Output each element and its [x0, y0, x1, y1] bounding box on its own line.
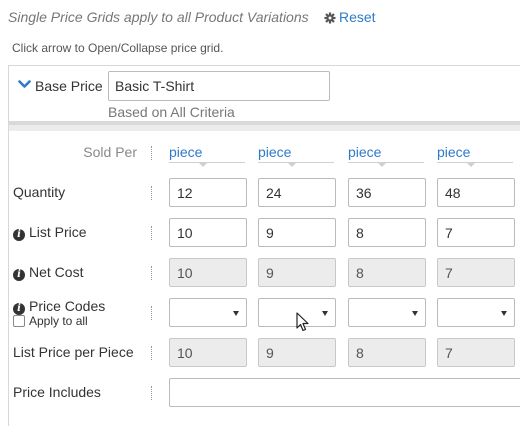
reset-button[interactable]: Reset	[324, 9, 376, 25]
base-price-header: Base Price Based on All Criteria	[9, 66, 520, 123]
info-icon[interactable]: i	[13, 229, 25, 241]
list-price-input-2[interactable]	[258, 218, 336, 247]
list-price-label: i List Price	[13, 224, 87, 241]
based-on-criteria: Based on All Criteria	[108, 104, 235, 120]
dropdown-arrow-icon	[322, 311, 328, 316]
price-code-select-1[interactable]	[169, 298, 247, 327]
net-cost-label: i Net Cost	[13, 264, 83, 281]
sold-per-label: Sold Per	[83, 144, 137, 160]
price-code-select-3[interactable]	[348, 298, 426, 327]
sold-per-unit-1[interactable]: piece	[169, 144, 202, 160]
sold-per-unit-4[interactable]: piece	[437, 144, 470, 160]
dropdown-arrow-icon	[412, 311, 418, 316]
unit-caret	[378, 163, 386, 167]
quantity-input-2[interactable]	[258, 178, 336, 207]
net-cost-text: Net Cost	[29, 264, 84, 280]
row-separator	[151, 226, 152, 240]
unit-caret	[467, 163, 475, 167]
sold-per-unit-3[interactable]: piece	[348, 144, 381, 160]
unit-underline	[258, 162, 334, 163]
apply-to-all-label: Apply to all	[29, 314, 88, 328]
list-price-input-3[interactable]	[348, 218, 426, 247]
unit-underline	[169, 162, 245, 163]
row-separator	[151, 346, 152, 360]
gear-icon	[324, 12, 336, 24]
list-price-per-piece-3: 8	[348, 338, 426, 367]
list-price-input-4[interactable]	[437, 218, 515, 247]
price-codes-label: i Price Codes	[13, 298, 105, 315]
price-grid-notice: Single Price Grids apply to all Product …	[8, 9, 309, 25]
info-icon[interactable]: i	[13, 269, 25, 281]
row-separator	[151, 306, 152, 320]
unit-caret	[288, 163, 296, 167]
price-includes-input[interactable]	[169, 378, 520, 407]
base-price-label: Base Price	[35, 78, 103, 94]
chevron-down-icon[interactable]	[18, 80, 31, 89]
list-price-per-piece-label: List Price per Piece	[13, 344, 134, 360]
list-price-per-piece-4: 7	[437, 338, 515, 367]
apply-to-all[interactable]: Apply to all	[13, 314, 88, 328]
dropdown-arrow-icon	[233, 311, 239, 316]
mouse-cursor-icon	[296, 312, 309, 332]
list-price-per-piece-1: 10	[169, 338, 247, 367]
dropdown-arrow-icon	[501, 311, 507, 316]
quantity-input-1[interactable]	[169, 178, 247, 207]
apply-to-all-checkbox[interactable]	[13, 315, 25, 327]
row-separator	[151, 146, 152, 160]
unit-underline	[437, 162, 513, 163]
net-cost-value-3: 8	[348, 258, 426, 287]
row-separator	[151, 266, 152, 280]
unit-caret	[199, 163, 207, 167]
header-divider-shade	[9, 125, 520, 131]
price-codes-text: Price Codes	[29, 298, 106, 314]
collapse-hint: Click arrow to Open/Collapse price grid.	[12, 41, 224, 55]
reset-label: Reset	[339, 9, 376, 25]
net-cost-value-1: 10	[169, 258, 247, 287]
list-price-text: List Price	[29, 224, 87, 240]
quantity-label: Quantity	[13, 184, 66, 200]
quantity-input-3[interactable]	[348, 178, 426, 207]
list-price-input-1[interactable]	[169, 218, 247, 247]
price-includes-label: Price Includes	[13, 384, 101, 400]
row-separator	[151, 386, 152, 400]
net-cost-value-4: 7	[437, 258, 515, 287]
list-price-per-piece-2: 9	[258, 338, 336, 367]
quantity-input-4[interactable]	[437, 178, 515, 207]
base-price-panel: Base Price Based on All Criteria Sold Pe…	[8, 65, 520, 426]
row-separator	[151, 186, 152, 200]
price-grid-name-input[interactable]	[108, 71, 330, 101]
net-cost-value-2: 9	[258, 258, 336, 287]
price-code-select-4[interactable]	[437, 298, 515, 327]
sold-per-unit-2[interactable]: piece	[258, 144, 291, 160]
unit-underline	[348, 162, 424, 163]
